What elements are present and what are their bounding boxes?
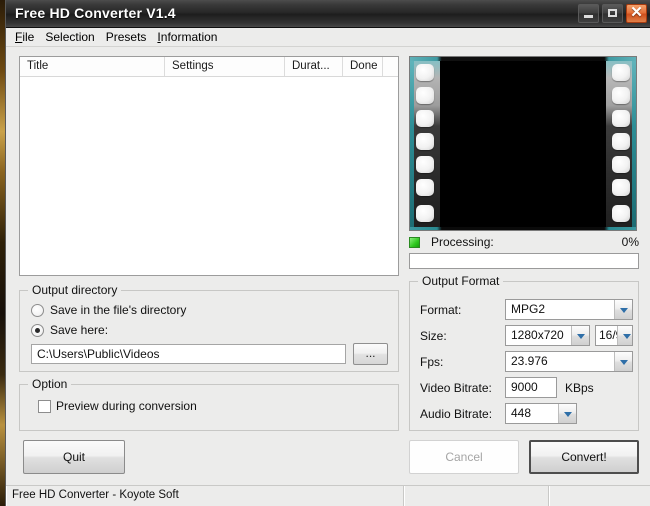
sprocket-hole (612, 64, 630, 81)
radio-save-in-file-directory[interactable]: Save in the file's directory (31, 303, 186, 317)
chevron-down-icon[interactable] (614, 300, 632, 319)
video-bitrate-input[interactable]: 9000 (505, 377, 557, 398)
sprocket-hole (612, 110, 630, 127)
video-preview (409, 56, 637, 231)
preview-screen (440, 61, 606, 227)
cancel-button: Cancel (409, 440, 519, 474)
size-label: Size: (420, 329, 447, 343)
sprocket-hole (612, 179, 630, 196)
sprocket-hole (612, 87, 630, 104)
radio-save-here-label: Save here: (50, 323, 109, 337)
window-title: Free HD Converter V1.4 (15, 5, 176, 21)
size-select[interactable]: 1280x720 (505, 325, 590, 346)
audio-bitrate-value: 448 (511, 406, 532, 420)
sprocket-hole (416, 179, 434, 196)
option-group: Option Preview during conversion (19, 377, 399, 431)
menu-item-file[interactable]: File (15, 29, 39, 45)
aspect-ratio-select[interactable]: 16/9 (595, 325, 633, 346)
column-header-duration[interactable]: Durat... (285, 57, 343, 76)
output-format-group: Output Format Format: MPG2 Size: 1280x72… (409, 274, 639, 431)
chevron-down-icon[interactable] (614, 352, 632, 371)
audio-bitrate-select[interactable]: 448 (505, 403, 577, 424)
maximize-icon (608, 9, 617, 17)
status-pane-tertiary (549, 486, 650, 506)
column-header-spacer (383, 57, 398, 76)
column-header-title[interactable]: Title (20, 57, 165, 76)
menu-item-file-label: ile (22, 30, 35, 44)
status-pane-app-info: Free HD Converter - Koyote Soft (6, 486, 404, 506)
video-bitrate-label: Video Bitrate: (420, 381, 492, 395)
menu-item-information-label: nformation (160, 30, 218, 44)
status-bar: Free HD Converter - Koyote Soft (6, 485, 650, 506)
sprocket-hole (612, 156, 630, 173)
status-led-icon (409, 237, 420, 248)
size-select-value: 1280x720 (511, 328, 564, 342)
menu-item-selection[interactable]: Selection (45, 29, 99, 45)
format-select-value: MPG2 (511, 302, 546, 316)
video-bitrate-unit: KBps (565, 381, 594, 395)
chevron-down-icon[interactable] (571, 326, 589, 345)
output-directory-group: Output directory Save in the file's dire… (19, 283, 399, 372)
format-label: Format: (420, 303, 462, 317)
minimize-button[interactable] (578, 4, 599, 23)
sprocket-hole (416, 110, 434, 127)
radio-icon-unselected (31, 303, 44, 317)
output-format-legend: Output Format (418, 274, 504, 288)
radio-save-in-file-directory-label: Save in the file's directory (50, 303, 187, 317)
maximize-button[interactable] (602, 4, 623, 23)
film-edge-accent-bottom (410, 227, 636, 230)
window-controls: ✕ (578, 4, 647, 23)
format-select[interactable]: MPG2 (505, 299, 633, 320)
file-list[interactable]: Title Settings Durat... Done (19, 56, 399, 276)
radio-icon-selected (31, 323, 44, 337)
close-button[interactable]: ✕ (626, 4, 647, 23)
film-edge-accent-left (410, 57, 414, 230)
convert-button[interactable]: Convert! (529, 440, 639, 474)
menu-item-information[interactable]: Information (157, 29, 222, 45)
sprocket-hole (416, 87, 434, 104)
option-legend: Option (28, 377, 72, 391)
main-content: Title Settings Durat... Done Processing:… (6, 47, 650, 484)
checkbox-icon-unchecked (38, 399, 51, 413)
fps-select-value: 23.976 (511, 354, 548, 368)
close-icon: ✕ (630, 4, 643, 21)
column-header-settings[interactable]: Settings (165, 57, 285, 76)
quit-button[interactable]: Quit (23, 440, 125, 474)
browse-button[interactable]: ... (353, 343, 388, 365)
menu-bar: File Selection Presets Information (6, 28, 650, 47)
fps-select[interactable]: 23.976 (505, 351, 633, 372)
audio-bitrate-label: Audio Bitrate: (420, 407, 493, 421)
output-directory-legend: Output directory (28, 283, 122, 297)
sprocket-hole (416, 156, 434, 173)
sprocket-hole (416, 64, 434, 81)
fps-label: Fps: (420, 355, 444, 369)
checkbox-preview-during-conversion-label: Preview during conversion (56, 399, 197, 413)
menu-item-presets[interactable]: Presets (106, 29, 152, 45)
minimize-icon (584, 15, 593, 18)
file-list-header: Title Settings Durat... Done (20, 57, 398, 77)
file-list-body[interactable] (20, 77, 398, 274)
sprocket-hole (612, 133, 630, 150)
progress-bar (409, 253, 639, 269)
processing-status: Processing: 0% (409, 235, 639, 251)
sprocket-hole (612, 205, 630, 222)
film-edge-accent-right (632, 57, 636, 230)
checkbox-preview-during-conversion[interactable]: Preview during conversion (38, 399, 197, 413)
chevron-down-icon[interactable] (558, 404, 576, 423)
title-bar: Free HD Converter V1.4 ✕ (6, 0, 650, 28)
status-pane-secondary (404, 486, 549, 506)
chevron-down-icon[interactable] (617, 326, 632, 345)
processing-percent: 0% (621, 235, 639, 249)
processing-label: Processing: (431, 235, 494, 249)
sprocket-hole (416, 133, 434, 150)
radio-save-here[interactable]: Save here: (31, 323, 108, 337)
sprocket-hole (416, 205, 434, 222)
output-path-input[interactable]: C:\Users\Public\Videos (31, 344, 346, 364)
column-header-done[interactable]: Done (343, 57, 383, 76)
app-window: Free HD Converter V1.4 ✕ File Selection … (5, 0, 650, 506)
